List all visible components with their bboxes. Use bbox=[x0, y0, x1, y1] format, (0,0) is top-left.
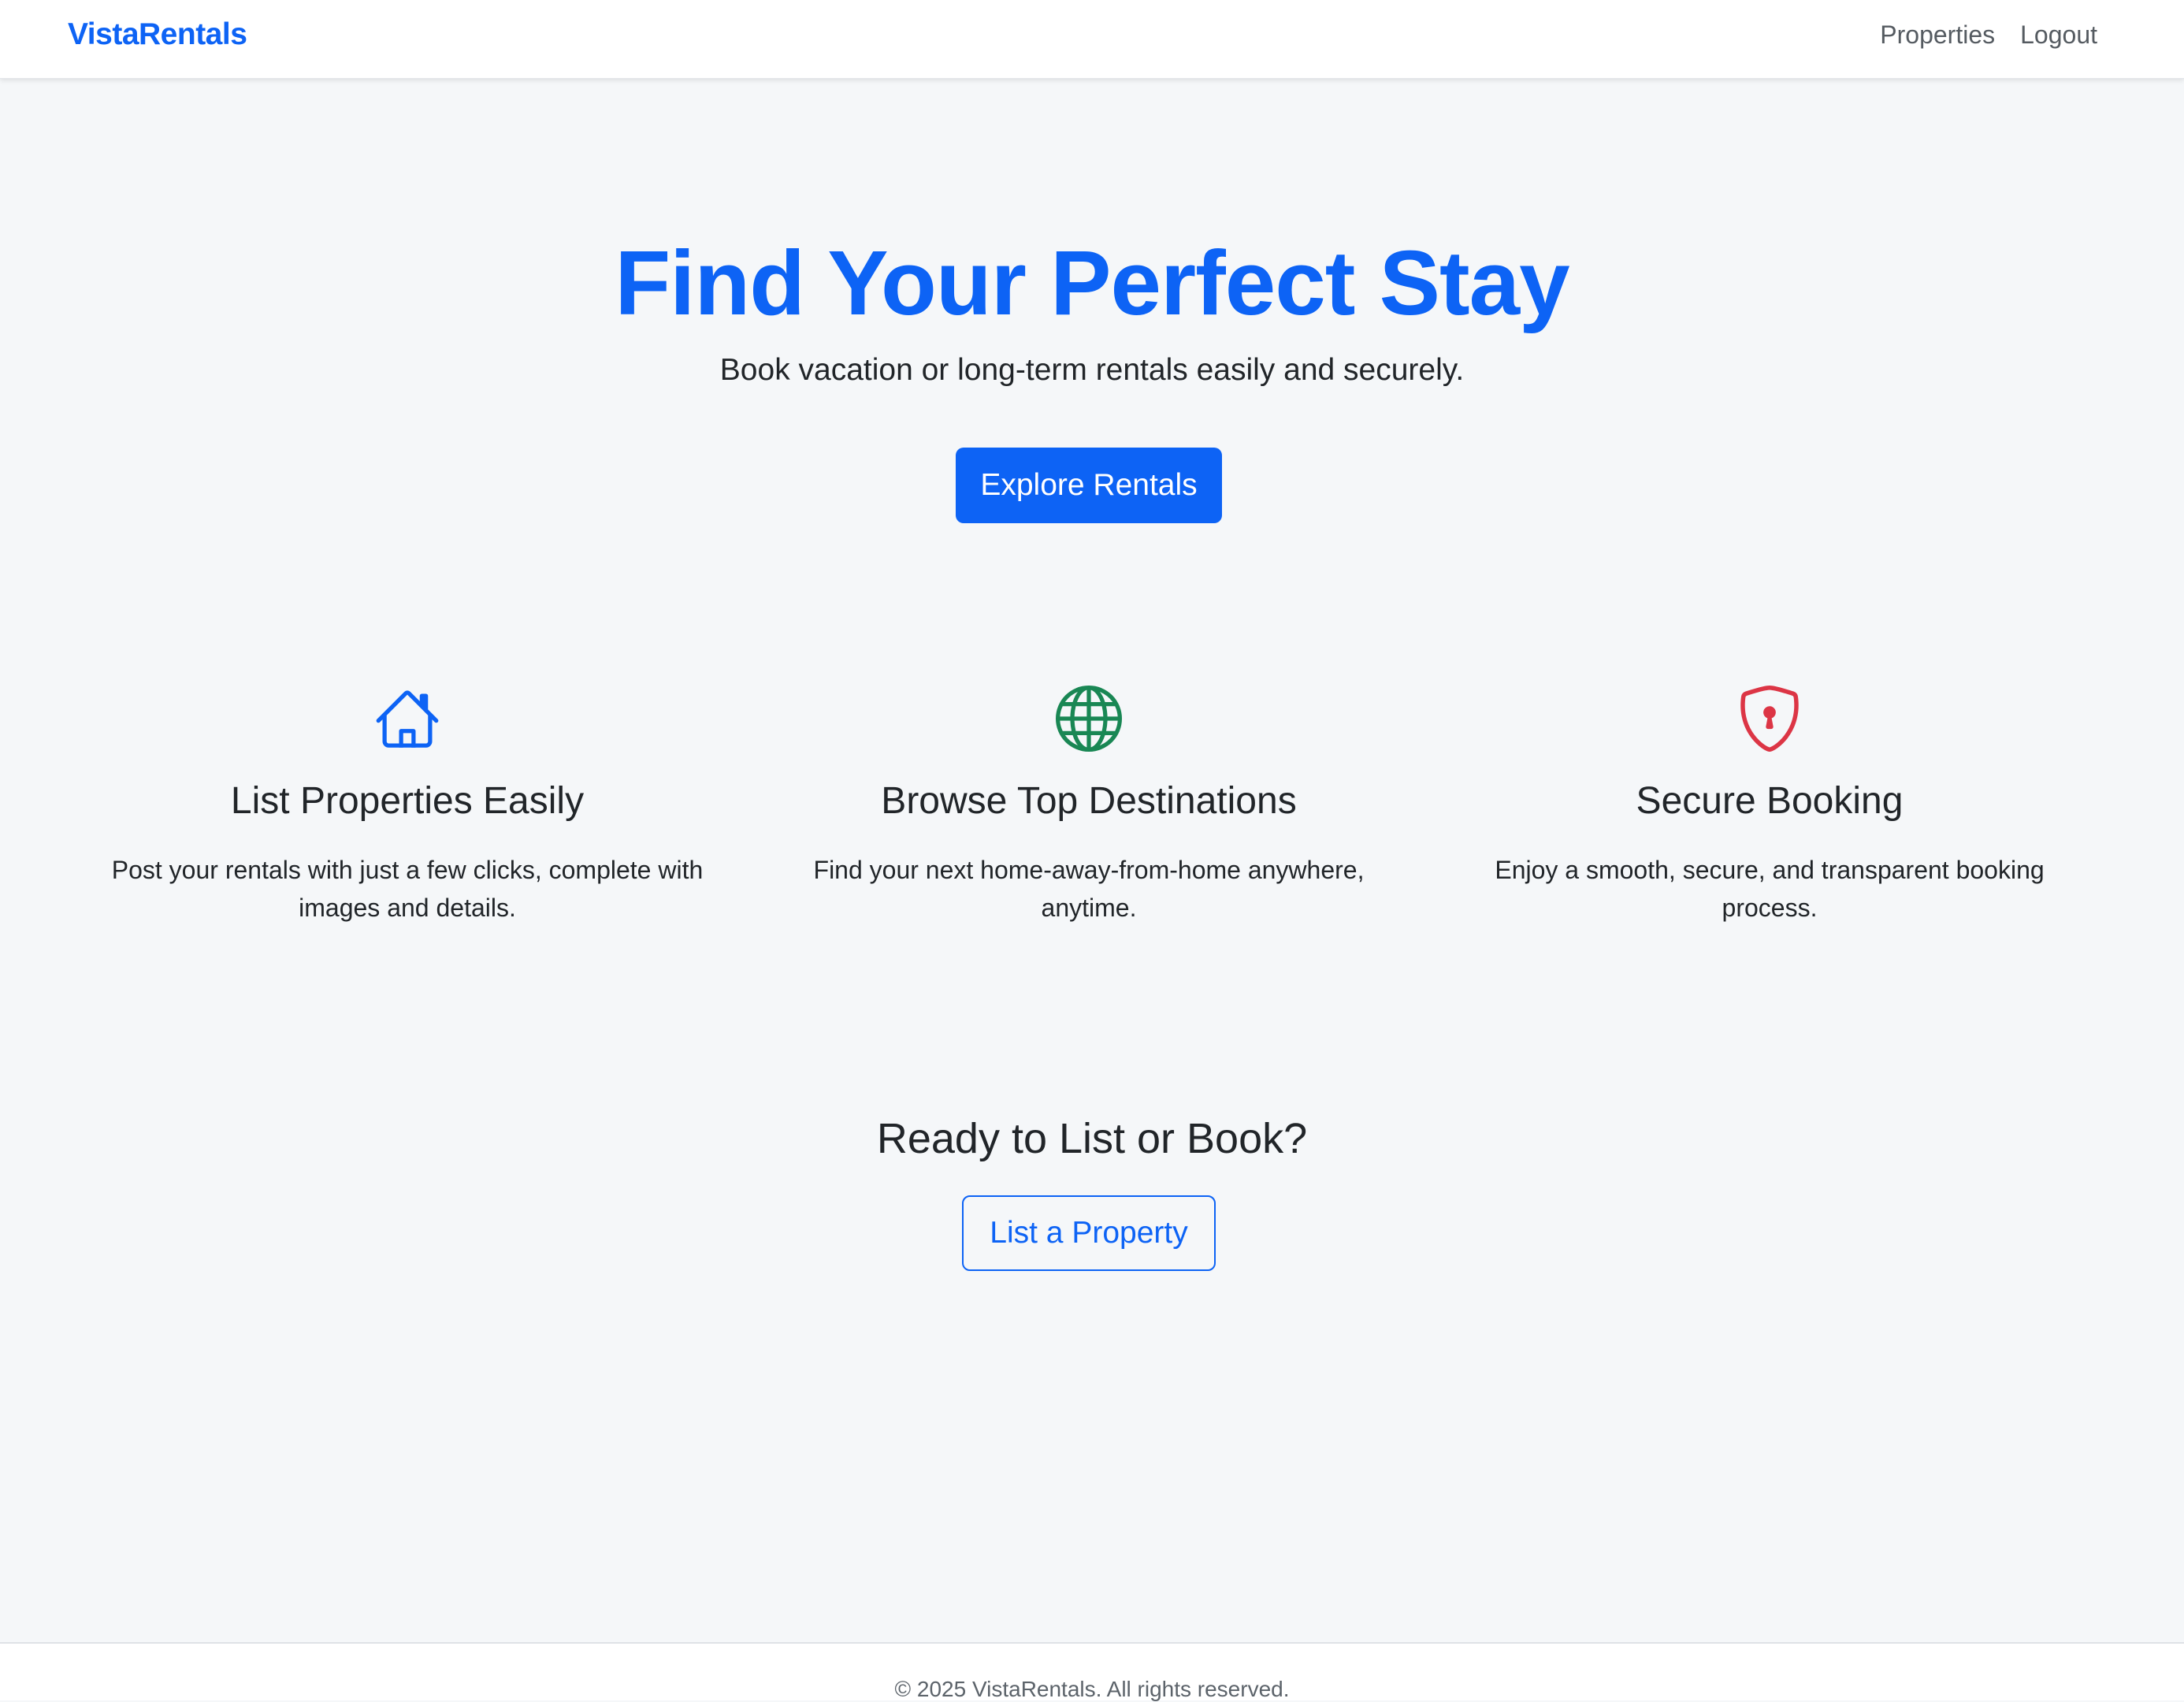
hero-subtitle: Book vacation or long-term rentals easil… bbox=[719, 353, 1465, 387]
feature-title: Secure Booking bbox=[1636, 780, 1904, 822]
feature-card-browse-destinations: Browse Top Destinations Find your next h… bbox=[766, 686, 1412, 927]
brand-logo-link[interactable]: VistaRentals bbox=[68, 17, 247, 52]
feature-description: Find your next home-away-from-home anywh… bbox=[813, 855, 1365, 922]
feature-description: Post your rentals with just a few clicks… bbox=[111, 855, 704, 922]
feature-card-secure-booking: Secure Booking Enjoy a smooth, secure, a… bbox=[1447, 686, 2093, 927]
nav-link-properties[interactable]: Properties bbox=[1880, 20, 1995, 50]
navbar: VistaRentals Properties Logout bbox=[0, 0, 2184, 79]
footer-copyright: © 2025 VistaRentals. All rights reserved… bbox=[894, 1677, 1290, 1701]
nav-link-logout[interactable]: Logout bbox=[2020, 20, 2097, 50]
globe-icon bbox=[1056, 686, 1122, 752]
hero-title: Find Your Perfect Stay bbox=[615, 232, 1569, 334]
feature-description: Enjoy a smooth, secure, and transparent … bbox=[1495, 855, 2045, 922]
house-icon bbox=[374, 686, 440, 752]
cta-title: Ready to List or Book? bbox=[876, 1115, 1308, 1162]
feature-title: List Properties Easily bbox=[230, 780, 585, 822]
nav-links: Properties Logout bbox=[1880, 20, 2097, 50]
footer: © 2025 VistaRentals. All rights reserved… bbox=[0, 1642, 2184, 1701]
feature-title: Browse Top Destinations bbox=[881, 780, 1297, 822]
shield-lock-icon bbox=[1736, 686, 1803, 752]
explore-rentals-button[interactable]: Explore Rentals bbox=[956, 448, 1222, 523]
feature-card-list-properties: List Properties Easily Post your rentals… bbox=[84, 686, 730, 927]
list-property-button[interactable]: List a Property bbox=[962, 1195, 1216, 1271]
